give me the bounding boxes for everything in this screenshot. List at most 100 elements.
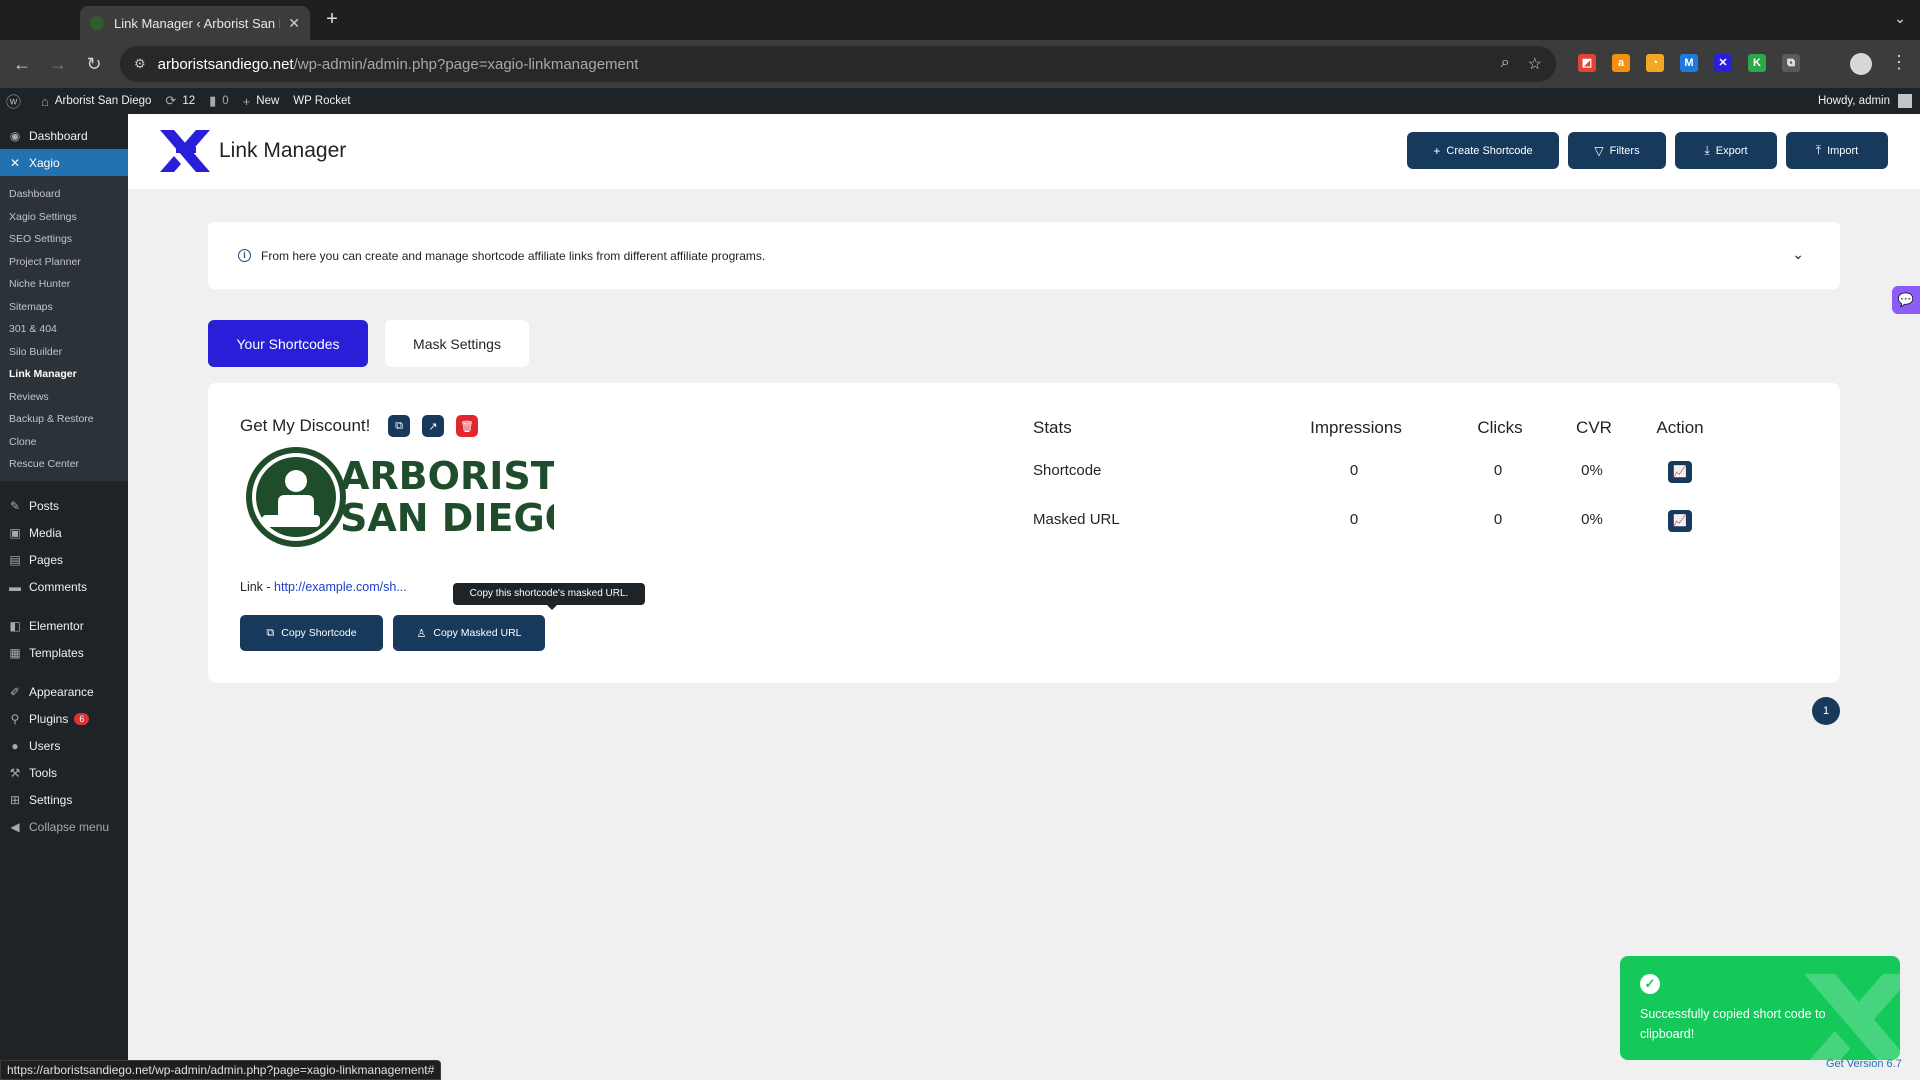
sidebar-item-silo-builder[interactable]: Silo Builder [0, 341, 128, 364]
chat-bubble-icon[interactable]: 💬 [1892, 286, 1920, 314]
export-button[interactable]: ⤓ Export [1675, 132, 1777, 169]
menu-posts[interactable]: ✎ Posts [0, 493, 128, 520]
stats-chart-icon[interactable]: 📈 [1668, 510, 1692, 532]
cvr-header: CVR [1576, 418, 1612, 437]
sidebar-item-clone[interactable]: Clone [0, 431, 128, 454]
row-clicks: 0 [1493, 462, 1503, 479]
settings-icon: ⊞ [9, 793, 21, 807]
action-header: Action [1656, 418, 1704, 437]
sidebar-item-dashboard[interactable]: Dashboard [0, 183, 128, 206]
wp-rocket-link[interactable]: WP Rocket [293, 95, 350, 107]
browser-menu-icon[interactable]: ⋮ [1890, 52, 1908, 73]
sidebar-item-backup-restore[interactable]: Backup & Restore [0, 408, 128, 431]
import-button[interactable]: ⤒ Import [1786, 132, 1888, 169]
sidebar-item-link-manager[interactable]: Link Manager [0, 363, 128, 386]
create-shortcode-button[interactable]: + Create Shortcode [1407, 132, 1559, 169]
comments-icon: ▬ [9, 580, 21, 594]
tab-your-shortcodes[interactable]: Your Shortcodes [208, 320, 368, 367]
forward-arrow-icon[interactable]: → [46, 52, 70, 76]
user-avatar [1898, 94, 1912, 108]
profile-avatar[interactable] [1850, 53, 1872, 75]
sidebar-item-sitemaps[interactable]: Sitemaps [0, 296, 128, 319]
browser-tab[interactable]: Link Manager ‹ Arborist San Diego ✕ [80, 6, 310, 40]
close-tab-icon[interactable]: ✕ [288, 15, 300, 32]
pagination-page-1[interactable]: 1 [1812, 697, 1840, 725]
page-header: Link Manager + Create Shortcode ▽ Filters … [128, 114, 1920, 189]
stats-chart-icon[interactable]: 📈 [1668, 461, 1692, 483]
row-clicks: 0 [1493, 511, 1503, 528]
plus-icon: + [242, 93, 251, 109]
sidebar-item-xagio-settings[interactable]: Xagio Settings [0, 206, 128, 229]
new-tab-button[interactable]: + [320, 8, 344, 31]
ext-x-icon[interactable]: ✕ [1714, 54, 1732, 72]
sidebar-item-rescue-center[interactable]: Rescue Center [0, 453, 128, 476]
shortcode-card: Get My Discount! ⧉ ↗ 🗑 ARBORIST SAN DIEG… [208, 383, 1840, 683]
sidebar-item-project-planner[interactable]: Project Planner [0, 251, 128, 274]
site-info-icon[interactable]: ⚙ [134, 56, 146, 72]
account-menu[interactable]: Howdy, admin [1818, 88, 1912, 114]
browser-tab-bar: Link Manager ‹ Arborist San Diego ✕ + ⌄ [0, 0, 1920, 40]
site-name-link[interactable]: ⌂ Arborist San Diego [41, 94, 151, 109]
sidebar-item-niche-hunter[interactable]: Niche Hunter [0, 273, 128, 296]
menu-comments[interactable]: ▬ Comments [0, 574, 128, 601]
xagio-logo-icon [160, 130, 210, 172]
new-content-link[interactable]: + New [243, 94, 280, 109]
filters-button[interactable]: ▽ Filters [1568, 132, 1666, 169]
collapse-menu-button[interactable]: ◀ Collapse menu [0, 814, 128, 841]
menu-elementor[interactable]: ◧ Elementor [0, 613, 128, 640]
copy-shortcode-button[interactable]: ⧉ Copy Shortcode [240, 615, 383, 651]
affiliate-link[interactable]: http://example.com/sh... [274, 580, 407, 594]
updates-link[interactable]: ⟳ 12 [165, 93, 195, 109]
address-bar[interactable]: ⚙ arboristsandiego.net/wp-admin/admin.ph… [120, 46, 1556, 82]
wp-admin-bar: ⓦ ⌂ Arborist San Diego ⟳ 12 ▮ 0 + New WP Roc… [0, 88, 1920, 114]
filter-icon: ▽ [1594, 143, 1604, 158]
users-icon: ● [11, 739, 19, 753]
ext-k-icon[interactable]: K [1748, 54, 1766, 72]
menu-pages[interactable]: ▤ Pages [0, 547, 128, 574]
menu-templates[interactable]: ▦ Templates [0, 640, 128, 667]
wordpress-logo-icon[interactable]: ⓦ [6, 91, 27, 112]
copy-masked-url-button[interactable]: ♙ Copy Masked URL [393, 615, 545, 651]
get-version-link[interactable]: Get Version 6.7 [1826, 1058, 1902, 1070]
sidebar-item-seo-settings[interactable]: SEO Settings [0, 228, 128, 251]
row-name: Shortcode [1033, 462, 1102, 479]
chevron-down-icon[interactable]: ⌄ [1792, 246, 1804, 263]
reload-icon[interactable]: ↻ [82, 52, 106, 76]
pin-icon: ✎ [9, 499, 21, 513]
sidebar-item-301-404[interactable]: 301 & 404 [0, 318, 128, 341]
zoom-icon[interactable]: ⌕ [1501, 54, 1510, 74]
media-icon: ▣ [9, 526, 21, 540]
comments-link[interactable]: ▮ 0 [209, 93, 229, 109]
browser-toolbar: ← → ↻ ⚙ arboristsandiego.net/wp-admin/ad… [0, 40, 1920, 88]
table-row: Masked URL 0 0 0% 📈 [208, 510, 1840, 532]
ext-amazon-icon[interactable]: a [1612, 54, 1630, 72]
menu-xagio[interactable]: ✕ Xagio [0, 149, 128, 176]
menu-plugins[interactable]: ⚲ Plugins 6 [0, 706, 128, 733]
menu-users[interactable]: ● Users [0, 733, 128, 760]
url-text: arboristsandiego.net/wp-admin/admin.php?… [157, 55, 639, 73]
xagio-icon: ✕ [9, 155, 21, 170]
ext-red-icon[interactable]: ◩ [1578, 54, 1596, 72]
menu-dashboard[interactable]: ◉ Dashboard [0, 122, 128, 149]
bookmark-star-icon[interactable]: ☆ [1528, 54, 1542, 74]
extensions-area: ◩ a ◔ M ✕ K ⧉ [1578, 54, 1800, 72]
upload-icon: ⤒ [1815, 143, 1822, 157]
ext-puzzle-icon[interactable]: ⧉ [1782, 54, 1800, 72]
tab-mask-settings[interactable]: Mask Settings [385, 320, 529, 367]
download-icon: ⤓ [1704, 143, 1710, 157]
xagio-submenu: Dashboard Xagio Settings SEO Settings Proje… [0, 176, 128, 481]
tabs: Your Shortcodes Mask Settings [208, 320, 529, 367]
menu-appearance[interactable]: ✐ Appearance [0, 679, 128, 706]
elementor-icon: ◧ [9, 619, 21, 633]
menu-tools[interactable]: ⚒ Tools [0, 760, 128, 787]
back-arrow-icon[interactable]: ← [10, 52, 34, 76]
info-banner: i From here you can create and manage sh… [208, 222, 1840, 289]
ext-m-icon[interactable]: M [1680, 54, 1698, 72]
menu-media[interactable]: ▣ Media [0, 520, 128, 547]
ext-chart-icon[interactable]: ◔ [1646, 54, 1664, 72]
plugins-update-badge: 6 [74, 713, 90, 725]
sidebar-item-reviews[interactable]: Reviews [0, 386, 128, 409]
tab-list-chevron-icon[interactable]: ⌄ [1894, 10, 1906, 27]
check-icon: ✓ [1640, 974, 1660, 994]
menu-settings[interactable]: ⊞ Settings [0, 787, 128, 814]
